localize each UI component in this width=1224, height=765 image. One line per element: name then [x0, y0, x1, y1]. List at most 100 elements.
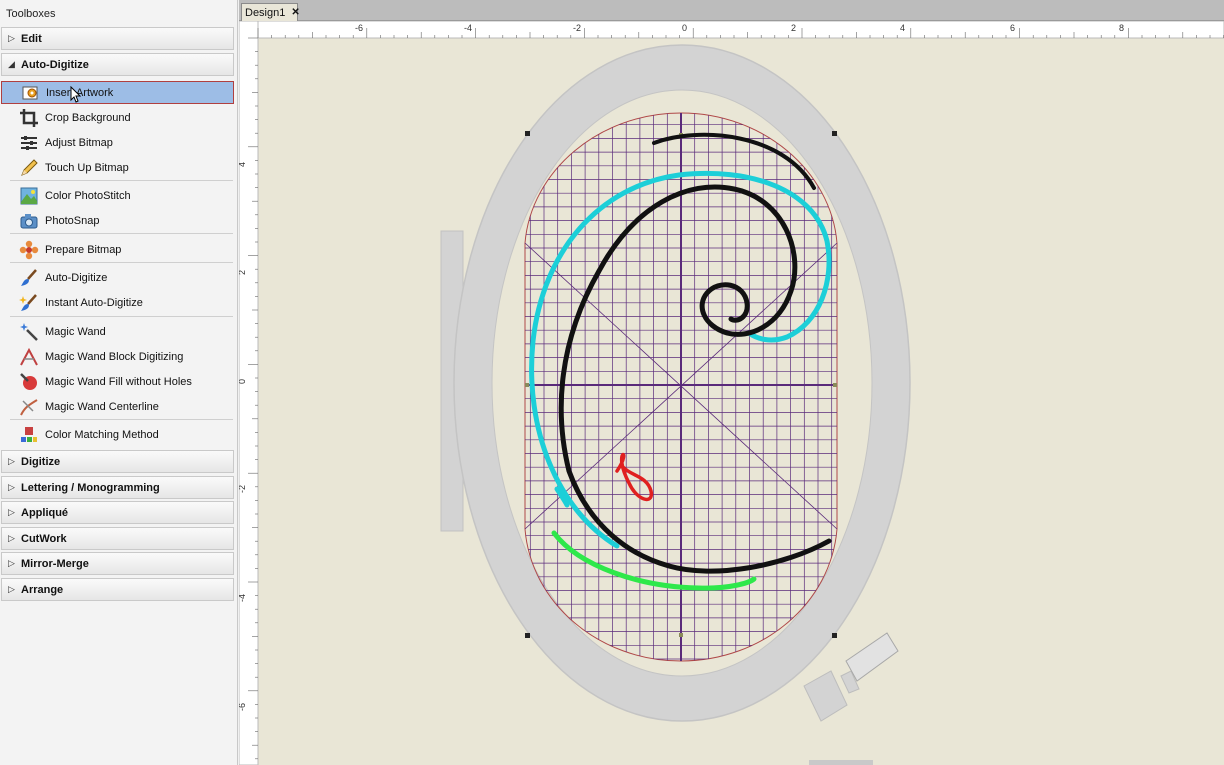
- tool-color-matching-method[interactable]: Color Matching Method: [1, 423, 234, 446]
- photo-icon: [18, 186, 40, 206]
- handle-top-right: [832, 131, 837, 136]
- ruler-label: -4: [464, 23, 472, 33]
- ruler-label: 4: [900, 23, 905, 33]
- flower-icon: [18, 240, 40, 260]
- ruler-label: 2: [239, 270, 247, 275]
- tool-touch-up-bitmap[interactable]: Touch Up Bitmap: [1, 156, 234, 179]
- category-arrange[interactable]: ▷ Arrange: [1, 578, 234, 601]
- vertical-ruler: [239, 21, 259, 765]
- category-lettering-monogramming[interactable]: ▷ Lettering / Monogramming: [1, 476, 234, 499]
- tab-design1[interactable]: Design1 ✕: [241, 3, 300, 21]
- tool-adjust-bitmap[interactable]: Adjust Bitmap: [1, 131, 234, 154]
- tool-auto-digitize[interactable]: Auto-Digitize: [1, 266, 234, 289]
- tool-label: Auto-Digitize: [45, 271, 108, 284]
- document-tab-bar: Design1 ✕: [239, 0, 1224, 21]
- category-label: Appliqué: [21, 506, 69, 519]
- mouse-cursor-icon: [70, 86, 82, 103]
- ruler-label: -6: [239, 703, 247, 711]
- ruler-label: 8: [1119, 23, 1124, 33]
- tool-magic-wand-centerline[interactable]: Magic Wand Centerline: [1, 395, 234, 418]
- handle-left-center: [525, 383, 529, 387]
- toolbox-panel: Toolboxes ▷ Edit ◢ Auto-Digitize Insert …: [0, 0, 238, 765]
- horizontal-scrollbar-thumb[interactable]: [809, 760, 873, 765]
- brush-icon: [18, 268, 40, 288]
- tool-label: Crop Background: [45, 111, 131, 124]
- tool-label: Magic Wand: [45, 325, 106, 338]
- tool-insert-artwork[interactable]: Insert Artwork: [1, 81, 234, 104]
- tool-label: Color PhotoStitch: [45, 189, 131, 202]
- category-cutwork[interactable]: ▷ CutWork: [1, 527, 234, 550]
- category-applique[interactable]: ▷ Appliqué: [1, 501, 234, 524]
- collapse-arrow-icon: ◢: [8, 59, 15, 69]
- ruler-label: -4: [239, 594, 247, 602]
- tool-label: Instant Auto-Digitize: [45, 296, 143, 309]
- brush-spark-icon: [18, 293, 40, 313]
- tool-magic-wand[interactable]: Magic Wand: [1, 320, 234, 343]
- tool-label: Magic Wand Block Digitizing: [45, 350, 184, 363]
- tool-prepare-bitmap[interactable]: Prepare Bitmap: [1, 238, 234, 261]
- ruler-label: 4: [239, 162, 247, 167]
- design-canvas[interactable]: -6 -4 -2 0 2 4 6 8 4 2 0 -2 -4 -6: [239, 21, 1224, 765]
- wand-block-icon: [18, 347, 40, 367]
- expand-arrow-icon: ▷: [8, 456, 15, 466]
- expand-arrow-icon: ▷: [8, 33, 15, 43]
- ruler-label: 0: [682, 23, 687, 33]
- ruler-label: -2: [573, 23, 581, 33]
- handle-bottom-left: [525, 633, 530, 638]
- pencil-icon: [18, 158, 40, 178]
- separator: [10, 316, 233, 317]
- handle-bottom-center: [679, 633, 683, 637]
- color-match-icon: [18, 425, 40, 445]
- expand-arrow-icon: ▷: [8, 558, 15, 568]
- separator: [10, 262, 233, 263]
- ruler-label: -2: [239, 485, 247, 493]
- ruler-label: 0: [239, 379, 247, 384]
- close-icon[interactable]: ✕: [291, 7, 299, 18]
- expand-arrow-icon: ▷: [8, 533, 15, 543]
- tool-crop-background[interactable]: Crop Background: [1, 106, 234, 129]
- tool-label: PhotoSnap: [45, 214, 100, 227]
- tool-label: Magic Wand Centerline: [45, 400, 159, 413]
- camera-icon: [18, 211, 40, 231]
- category-digitize[interactable]: ▷ Digitize: [1, 450, 234, 473]
- magic-wand-icon: [18, 322, 40, 342]
- category-edit[interactable]: ▷ Edit: [1, 27, 234, 50]
- tool-magic-wand-fill-without-holes[interactable]: Magic Wand Fill without Holes: [1, 370, 234, 393]
- ruler-label: 2: [791, 23, 796, 33]
- handle-top-left: [525, 131, 530, 136]
- tool-label: Color Matching Method: [45, 428, 159, 441]
- category-label: Edit: [21, 32, 42, 45]
- separator: [10, 419, 233, 420]
- category-label: CutWork: [21, 532, 67, 545]
- expand-arrow-icon: ▷: [8, 507, 15, 517]
- category-auto-digitize[interactable]: ◢ Auto-Digitize: [1, 53, 234, 76]
- tool-magic-wand-block-digitizing[interactable]: Magic Wand Block Digitizing: [1, 345, 234, 368]
- tool-label: Magic Wand Fill without Holes: [45, 375, 192, 388]
- tool-photosnap[interactable]: PhotoSnap: [1, 209, 234, 232]
- tab-label: Design1: [245, 6, 286, 19]
- category-label: Arrange: [21, 583, 64, 596]
- ruler-label: -6: [355, 23, 363, 33]
- expand-arrow-icon: ▷: [8, 584, 15, 594]
- crop-icon: [18, 108, 40, 128]
- ruler-label: 6: [1010, 23, 1015, 33]
- category-label: Auto-Digitize: [21, 58, 89, 71]
- tool-label: Touch Up Bitmap: [45, 161, 129, 174]
- tool-label: Adjust Bitmap: [45, 136, 113, 149]
- insert-artwork-icon: [19, 83, 41, 103]
- tool-color-photostitch[interactable]: Color PhotoStitch: [1, 184, 234, 207]
- separator: [10, 233, 233, 234]
- horizontal-ruler: [239, 21, 1224, 39]
- wand-line-icon: [18, 397, 40, 417]
- sliders-icon: [18, 133, 40, 153]
- toolbox-title: Toolboxes: [6, 8, 56, 20]
- category-label: Lettering / Monogramming: [21, 481, 160, 494]
- handle-right-center: [833, 383, 837, 387]
- category-mirror-merge[interactable]: ▷ Mirror-Merge: [1, 552, 234, 575]
- category-label: Mirror-Merge: [21, 557, 89, 570]
- separator: [10, 180, 233, 181]
- expand-arrow-icon: ▷: [8, 482, 15, 492]
- handle-bottom-right: [832, 633, 837, 638]
- tool-instant-auto-digitize[interactable]: Instant Auto-Digitize: [1, 291, 234, 314]
- category-label: Digitize: [21, 455, 61, 468]
